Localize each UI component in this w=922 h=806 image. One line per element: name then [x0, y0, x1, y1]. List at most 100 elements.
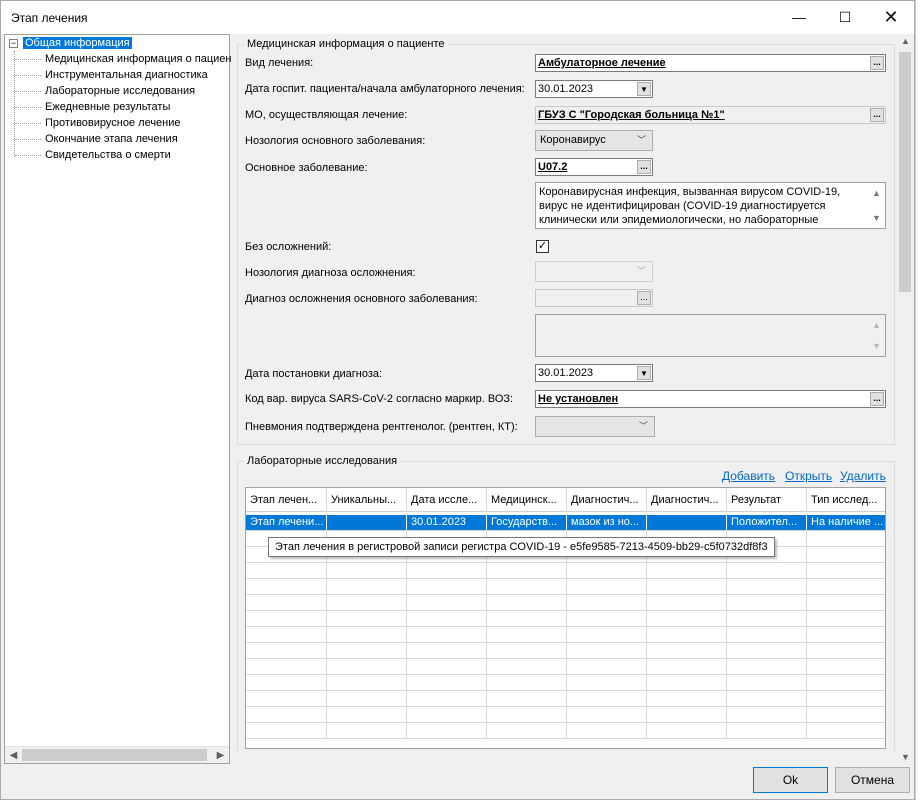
main-disease-description[interactable]: Коронавирусная инфекция, вызванная вирус… [535, 182, 886, 229]
tree-horizontal-scrollbar[interactable]: ◀ ▶ [5, 746, 229, 763]
open-link[interactable]: Открыть [785, 469, 832, 483]
ok-button[interactable]: Ok [753, 767, 828, 793]
empty-cell [647, 659, 727, 675]
tree-item-death-certificates[interactable]: Свидетельства о смерти [45, 149, 171, 161]
empty-cell [487, 723, 567, 739]
empty-cell [246, 627, 327, 643]
tree-root-label[interactable]: Общая информация [23, 37, 132, 49]
background-window-edge [915, 0, 922, 806]
tree-item-medical-info[interactable]: Медицинская информация о пациен [45, 53, 231, 65]
tree-connector [15, 75, 41, 76]
empty-cell [727, 643, 807, 659]
pneumonia-combobox[interactable]: ﹀ [535, 416, 655, 437]
column-header[interactable]: Диагностич... [647, 488, 727, 512]
calendar-dropdown-icon[interactable]: ▼ [637, 82, 651, 96]
empty-grid-row [246, 723, 885, 739]
tree-item-antiviral-treatment[interactable]: Противовирусное лечение [45, 117, 181, 129]
scroll-right-icon[interactable]: ▶ [212, 747, 229, 764]
empty-cell [246, 675, 327, 691]
tree-item-daily-results[interactable]: Ежедневные результаты [45, 101, 170, 113]
scroll-left-icon[interactable]: ◀ [5, 747, 22, 764]
column-header[interactable]: Диагностич... [567, 488, 647, 512]
column-header[interactable]: Результат [727, 488, 807, 512]
table-cell: Положител... [727, 515, 807, 531]
column-header[interactable]: Этап лечен... [246, 488, 327, 512]
empty-cell [807, 643, 885, 659]
no-complications-checkbox[interactable]: ✓ [536, 240, 549, 253]
empty-cell [327, 723, 407, 739]
scroll-down-icon: ▼ [872, 341, 881, 351]
tree-item-instrumental-diagnostics[interactable]: Инструментальная диагностика [45, 69, 208, 81]
calendar-dropdown-icon[interactable]: ▼ [637, 366, 651, 380]
column-header[interactable]: Уникальны... [327, 488, 407, 512]
treatment-type-field[interactable]: Амбулаторное лечение ... [535, 54, 886, 72]
empty-cell [727, 579, 807, 595]
empty-cell [327, 611, 407, 627]
column-header[interactable]: Медицинск... [487, 488, 567, 512]
tree-item-lab-tests[interactable]: Лабораторные исследования [45, 85, 195, 97]
empty-cell [487, 643, 567, 659]
empty-grid-row [246, 691, 885, 707]
table-cell: На наличие ... [807, 515, 885, 531]
empty-cell [407, 723, 487, 739]
complication-nosology-label: Нозология диагноза осложнения: [245, 267, 416, 279]
maximize-button[interactable]: ☐ [822, 1, 868, 33]
empty-cell [487, 579, 567, 595]
ellipsis-icon[interactable]: ... [637, 160, 651, 174]
navigation-tree[interactable]: − Общая информация Медицинская информаци… [4, 34, 231, 764]
empty-cell [487, 611, 567, 627]
ellipsis-icon[interactable]: ... [870, 56, 884, 70]
empty-cell [647, 595, 727, 611]
cancel-button[interactable]: Отмена [835, 767, 910, 793]
empty-cell [246, 595, 327, 611]
close-button[interactable]: ✕ [868, 1, 914, 33]
empty-grid-row [246, 611, 885, 627]
complication-diagnosis-label: Диагноз осложнения основного заболевания… [245, 293, 478, 305]
delete-link[interactable]: Удалить [840, 469, 886, 483]
hospitalization-date-field[interactable]: 30.01.2023 ▼ [535, 80, 653, 98]
empty-cell [727, 723, 807, 739]
empty-cell [407, 563, 487, 579]
add-link[interactable]: Добавить [722, 469, 775, 483]
scroll-up-icon[interactable]: ▲ [872, 186, 881, 200]
ellipsis-icon[interactable]: ... [870, 392, 884, 406]
empty-cell [327, 691, 407, 707]
empty-cell [567, 563, 647, 579]
table-cell: Государств... [487, 515, 567, 531]
minimize-button[interactable]: — [776, 1, 822, 33]
empty-cell [327, 707, 407, 723]
table-cell: 30.01.2023 [407, 515, 487, 531]
window-title: Этап лечения [11, 11, 88, 25]
lab-tests-grid[interactable]: Этап лечен... Уникальны... Дата иссле...… [245, 487, 886, 749]
tree-connector [15, 107, 41, 108]
form-vertical-scrollbar[interactable]: ▲ ▼ [897, 34, 914, 764]
empty-grid-row [246, 563, 885, 579]
main-disease-code-field[interactable]: U07.2 ... [535, 158, 653, 176]
virus-variant-field[interactable]: Не установлен ... [535, 390, 886, 408]
scroll-down-icon[interactable]: ▼ [897, 752, 914, 762]
tree-item-treatment-end[interactable]: Окончание этапа лечения [45, 133, 178, 145]
column-header[interactable]: Дата иссле... [407, 488, 487, 512]
empty-cell [807, 531, 885, 547]
scroll-up-icon[interactable]: ▲ [897, 36, 914, 46]
empty-cell [327, 675, 407, 691]
empty-cell [727, 675, 807, 691]
empty-cell [407, 691, 487, 707]
tree-connector [15, 91, 41, 92]
nosology-combobox[interactable]: Коронавирус ﹀ [535, 130, 653, 151]
collapse-icon[interactable]: − [9, 39, 18, 48]
scrollbar-thumb[interactable] [899, 52, 911, 292]
empty-cell [487, 627, 567, 643]
empty-cell [246, 579, 327, 595]
empty-cell [567, 611, 647, 627]
scroll-down-icon[interactable]: ▼ [872, 211, 881, 225]
empty-cell [567, 691, 647, 707]
table-row[interactable]: Этап лечени... 30.01.2023 Государств... … [246, 515, 885, 531]
diagnosis-date-field[interactable]: 30.01.2023 ▼ [535, 364, 653, 382]
column-header[interactable]: Тип исслед... [807, 488, 885, 512]
tree-connector [15, 59, 41, 60]
memo-scrollbar[interactable]: ▲ ▼ [871, 183, 883, 228]
empty-cell [647, 627, 727, 643]
scrollbar-thumb[interactable] [22, 749, 207, 761]
empty-cell [567, 579, 647, 595]
